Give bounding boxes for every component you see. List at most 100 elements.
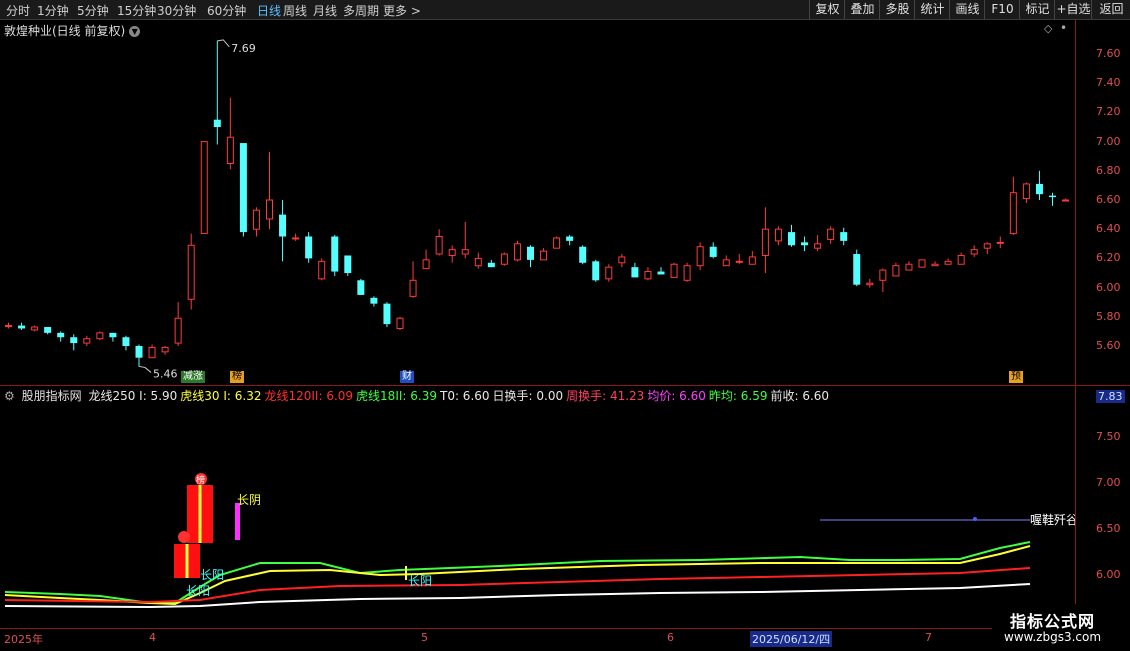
candle — [892, 262, 900, 277]
candle — [370, 296, 378, 307]
candle — [344, 255, 352, 276]
marker-yu: 预 — [1009, 371, 1023, 383]
candle — [644, 267, 652, 281]
watermark-logo: 指标公式网 www.zbgs3.com — [992, 604, 1130, 650]
stock-title-bar: 敦煌种业(日线 前复权) ▼ — [4, 22, 141, 39]
panel-divider — [0, 385, 1130, 386]
x-label-year: 2025年 — [4, 633, 43, 646]
high-label: 7.69 — [231, 42, 256, 55]
candle — [1062, 198, 1070, 202]
timeframe-1[interactable]: 1分钟 — [37, 2, 69, 19]
indicator-tick-2: 7.00 — [1096, 476, 1121, 489]
candle — [357, 278, 365, 295]
chevron-down-icon[interactable]: ▼ — [129, 26, 141, 37]
settings-icon[interactable]: ⚙ — [4, 389, 15, 403]
candle — [827, 226, 835, 244]
toolbar-button-8[interactable]: 返回 — [1091, 0, 1130, 19]
toolbar-button-2[interactable]: 多股 — [879, 0, 915, 19]
candle — [292, 233, 300, 241]
price-chart[interactable]: 7.69 5.46 — [0, 38, 1075, 388]
timeframe-6[interactable]: 日线 — [257, 2, 281, 19]
candle — [918, 259, 926, 268]
indicator-item-1: 虎线30 I: 6.32 — [180, 389, 262, 403]
candle — [461, 221, 469, 259]
toolbar: 分时 1分钟 5分钟 15分钟 30分钟 60分钟 日线 周线 月线 多周期 更多 > 复权 叠加 多股… — [0, 0, 1130, 20]
price-tick-10: 5.60 — [1096, 339, 1121, 352]
timeframe-7[interactable]: 周线 — [283, 2, 307, 19]
candle — [970, 245, 978, 257]
price-tick-4: 6.80 — [1096, 163, 1121, 177]
toolbar-button-6[interactable]: 标记 — [1019, 0, 1055, 19]
candle — [735, 254, 743, 265]
candle — [135, 344, 143, 367]
candle — [657, 267, 665, 275]
indicator-name[interactable]: 股朋指标网 — [22, 389, 82, 403]
candle — [527, 245, 534, 268]
candle — [801, 236, 809, 252]
candle — [788, 224, 795, 247]
candle — [944, 258, 952, 265]
candle — [109, 332, 117, 342]
timeframe-4[interactable]: 30分钟 — [157, 2, 196, 19]
candle — [448, 245, 456, 263]
changyang-label-3: 长阳 — [408, 574, 432, 588]
indicator-item-2: 龙线120II: 6.09 — [264, 389, 354, 403]
candle — [814, 235, 822, 252]
x-axis: 2025年 4 5 6 2025/06/12/四 7 — [0, 628, 1075, 651]
candle — [331, 235, 339, 276]
price-tick-8: 6.00 — [1096, 280, 1121, 294]
toolbar-button-1[interactable]: 叠加 — [844, 0, 880, 19]
candle — [670, 262, 678, 278]
candle — [226, 97, 234, 170]
candle — [409, 261, 417, 298]
timeframe-10[interactable]: 更多 > — [383, 2, 421, 19]
candle — [957, 252, 965, 265]
candle — [683, 262, 691, 282]
candle — [500, 252, 508, 266]
candle — [1035, 170, 1043, 200]
timeframe-5[interactable]: 60分钟 — [207, 2, 246, 19]
candle — [618, 254, 626, 268]
bang-label: 榜 — [196, 474, 205, 486]
indicator-legend: ⚙ 股朋指标网 龙线250 I: 5.90 虎线30 I: 6.32 龙线120II… — [4, 387, 835, 404]
candle — [83, 335, 91, 346]
changyang-label: 长阳 — [200, 568, 224, 582]
candle — [396, 316, 404, 330]
indicator-item-9: 前收: 6.60 — [770, 389, 830, 403]
candle — [5, 322, 12, 329]
toolbar-button-5[interactable]: F10 — [984, 0, 1020, 19]
price-tick-2: 7.20 — [1096, 105, 1121, 119]
x-label-jul: 7 — [925, 631, 932, 644]
menu-dot-icon[interactable]: • — [1060, 21, 1067, 35]
candle — [774, 226, 782, 246]
timeframe-8[interactable]: 月线 — [313, 2, 337, 19]
candle — [605, 264, 613, 282]
candle — [592, 259, 600, 282]
price-tick-6: 6.40 — [1096, 222, 1121, 236]
indicator-tick-3: 6.50 — [1096, 522, 1121, 535]
candle — [435, 229, 443, 256]
candle — [44, 327, 52, 335]
toolbar-button-4[interactable]: 画线 — [949, 0, 985, 19]
candle — [631, 262, 639, 278]
indicator-item-0: 龙线250 I: 5.90 — [88, 389, 178, 403]
timeframe-2[interactable]: 5分钟 — [77, 2, 109, 19]
candle — [487, 259, 495, 268]
candle — [305, 232, 313, 263]
price-tick-1: 7.40 — [1096, 76, 1121, 90]
toolbar-button-7[interactable]: +自选 — [1054, 0, 1092, 19]
changyin-label: 长阴 — [237, 493, 261, 507]
x-label-may: 5 — [421, 631, 428, 644]
indicator-chart[interactable]: 榜长阴长阳长阳长阳喔鞋歼谷 — [0, 403, 1075, 628]
timeframe-3[interactable]: 15分钟 — [117, 2, 156, 19]
timeframe-0[interactable]: 分时 — [6, 2, 30, 19]
toolbar-button-0[interactable]: 复权 — [809, 0, 845, 19]
candle — [213, 40, 221, 145]
toolbar-button-3[interactable]: 统计 — [914, 0, 950, 19]
timeframe-9[interactable]: 多周期 — [343, 2, 379, 19]
diamond-icon[interactable]: ◇ — [1044, 22, 1052, 35]
candle — [553, 236, 561, 249]
changyang-label-2: 长阳 — [186, 584, 210, 598]
indicator-tick-1: 7.50 — [1096, 430, 1121, 443]
candle — [239, 143, 247, 237]
